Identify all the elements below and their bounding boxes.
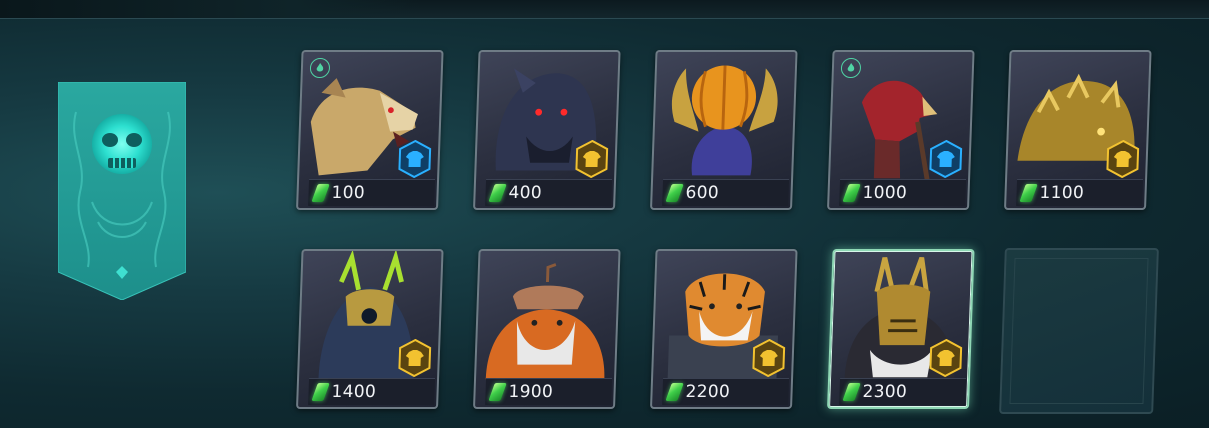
price-label: 1900 [508,382,554,402]
tier-banner[interactable] [58,82,186,300]
hero-card-2[interactable]: 400 [473,50,621,210]
empty-card-slot[interactable] [999,248,1159,414]
price-label: 1000 [862,183,908,203]
top-bar [0,0,1209,19]
price-label: 2300 [862,382,908,402]
green-gem-icon [665,383,684,401]
hero-card-4[interactable]: 1000 [827,50,975,210]
pumpkin-hero-portrait [671,65,778,176]
shirt-badge-icon [929,339,963,377]
green-gem-icon [488,184,507,202]
price-bar: 2300 [839,378,967,405]
green-gem-icon [842,184,861,202]
price-bar: 600 [662,179,790,206]
hero-card-6[interactable]: 1400 [296,249,444,409]
price-bar: 400 [485,179,613,206]
green-gem-icon [1019,184,1038,202]
price-label: 400 [508,183,543,203]
hero-card-3[interactable]: 600 [650,50,798,210]
price-bar: 1400 [308,378,436,405]
price-label: 1400 [331,382,377,402]
hero-card-7[interactable]: 1900 [473,249,621,409]
green-gem-icon [311,184,330,202]
green-gem-icon [665,184,684,202]
hero-card-5[interactable]: 1100 [1004,50,1152,210]
hero-card-1[interactable]: 100 [296,50,444,210]
skull-emblem-icon [92,114,152,174]
shirt-badge-icon [575,140,609,178]
green-gem-icon [311,383,330,401]
monk-hero-portrait [485,263,605,380]
price-bar: 1900 [485,378,613,405]
shirt-badge-icon [398,140,432,178]
price-label: 600 [685,183,720,203]
banner-graphic [58,82,186,300]
green-gem-icon [488,383,507,401]
price-label: 100 [331,183,366,203]
shirt-badge-icon [929,140,963,178]
price-label: 1100 [1039,183,1085,203]
green-gem-icon [842,383,861,401]
shirt-badge-icon [1106,140,1140,178]
price-bar: 2200 [662,378,790,405]
hero-card-9[interactable]: 2300 [827,249,975,409]
top-tab [0,0,420,18]
price-bar: 1100 [1016,179,1144,206]
price-bar: 100 [308,179,436,206]
shirt-badge-icon [398,339,432,377]
shirt-badge-icon [752,339,786,377]
price-label: 2200 [685,382,731,402]
price-bar: 1000 [839,179,967,206]
hero-card-8[interactable]: 2200 [650,249,798,409]
